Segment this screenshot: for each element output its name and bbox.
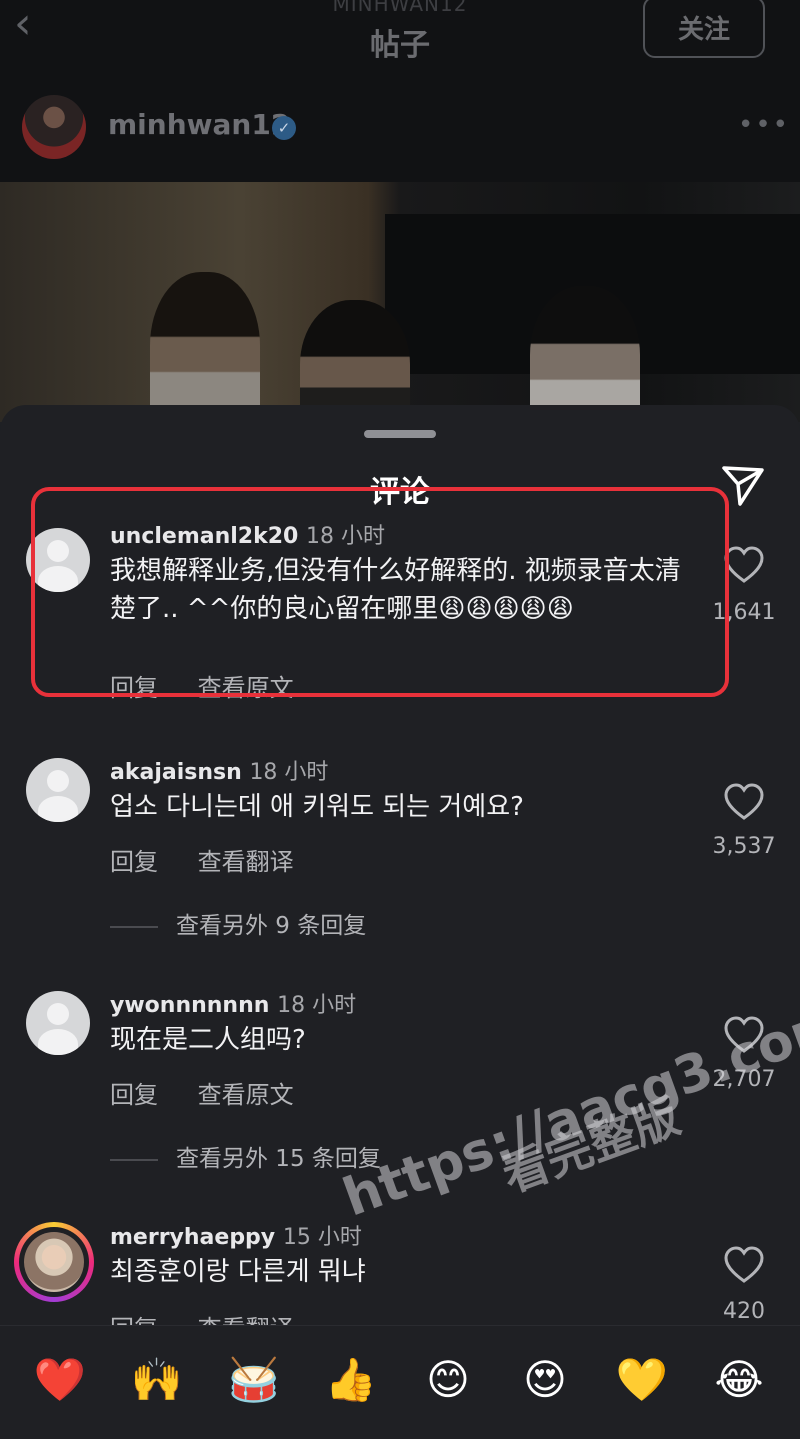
post-photo [0, 182, 800, 422]
comment-time: 18 小时 [277, 993, 357, 1018]
like-count: 420 [723, 1299, 765, 1324]
comment-avatar[interactable] [26, 758, 90, 822]
comment-time: 18 小时 [249, 760, 329, 785]
reply-button[interactable]: 回复 [110, 848, 158, 876]
heart-emoji-button[interactable]: ❤️ [30, 1354, 90, 1406]
thumbs-up-emoji-button[interactable]: 👍 [321, 1354, 381, 1406]
view-more-replies-button[interactable]: 查看另外 15 条回复 [110, 1139, 381, 1173]
comment-avatar[interactable] [26, 991, 90, 1055]
sheet-drag-handle[interactable] [364, 430, 436, 438]
like-count: 3,537 [712, 834, 776, 859]
drum-emoji-button[interactable]: 🥁 [224, 1354, 284, 1406]
view-more-replies-label[interactable]: 查看另外 15 条回复 [176, 1146, 381, 1172]
comment-username-row: merryhaeppy 15 小时 [110, 1219, 362, 1251]
verified-badge-icon: ✓ [272, 116, 296, 140]
like-heart-icon[interactable] [722, 1015, 766, 1055]
raised-hands-emoji-button[interactable]: 🙌 [127, 1354, 187, 1406]
smile-emoji-button[interactable]: 😊 [418, 1354, 478, 1406]
like-count: 2,707 [712, 1067, 776, 1092]
poster-avatar[interactable] [22, 95, 86, 159]
post-header: ‹ MINHWAN12 帖子 关注 minhwan12 ✓ ••• [0, 0, 800, 182]
comment-actions: 回复 查看原文 [110, 1075, 326, 1110]
comment-avatar-story-ring[interactable] [14, 1222, 94, 1302]
comment-username[interactable]: akajaisnsn [110, 760, 242, 785]
photo-person [530, 286, 640, 422]
yellow-heart-emoji-button[interactable]: 💛 [612, 1354, 672, 1406]
photo-person [300, 300, 410, 422]
heart-eyes-emoji-button[interactable]: 😍 [515, 1354, 575, 1406]
poster-username[interactable]: minhwan12 [108, 108, 290, 141]
see-original-button[interactable]: 查看原文 [198, 1081, 294, 1109]
view-more-replies-label[interactable]: 查看另外 9 条回复 [176, 913, 366, 939]
reply-button[interactable]: 回复 [110, 1081, 158, 1109]
comment-text: 업소 다니는데 애 키워도 되는 거예요? [110, 792, 524, 822]
like-heart-icon[interactable] [722, 782, 766, 822]
follow-button[interactable]: 关注 [643, 0, 765, 58]
comment-username[interactable]: ywonnnnnnn [110, 993, 269, 1018]
comment-username[interactable]: merryhaeppy [110, 1225, 275, 1250]
highlight-box [31, 487, 729, 697]
comment-username-row: akajaisnsn 18 小时 [110, 754, 328, 786]
view-more-replies-button[interactable]: 查看另外 9 条回复 [110, 906, 366, 940]
emoji-reaction-bar: ❤️ 🙌 🥁 👍 😊 😍 💛 😂 [0, 1325, 800, 1439]
tears-of-joy-emoji-button[interactable]: 😂 [709, 1354, 769, 1406]
comment-text: 최종훈이랑 다른게 뭐냐 [110, 1257, 366, 1287]
more-options-icon[interactable]: ••• [738, 110, 790, 140]
photo-person [150, 272, 260, 422]
replies-divider [110, 1158, 158, 1161]
replies-divider [110, 925, 158, 928]
comment-username-row: ywonnnnnnn 18 小时 [110, 987, 356, 1019]
comment-time: 15 小时 [282, 1225, 362, 1250]
see-translation-button[interactable]: 查看翻译 [198, 848, 294, 876]
comment-actions: 回复 查看翻译 [110, 842, 326, 877]
comment-text: 现在是二人组吗? [110, 1025, 306, 1055]
like-heart-icon[interactable] [722, 1245, 766, 1285]
